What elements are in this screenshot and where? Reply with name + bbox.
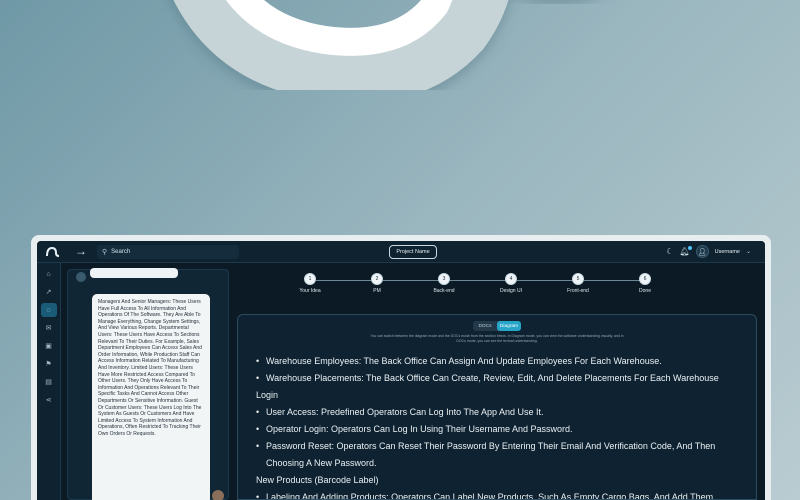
step-done[interactable]: 6 Done [620, 273, 670, 294]
device-frame: → ⚲ Search Project Name ☾ 🔔︎ 👤︎ Username… [31, 235, 771, 500]
chevron-down-icon[interactable]: ⌄ [746, 248, 751, 255]
list-item: Labeling And Adding Products: Operators … [252, 489, 742, 499]
step-number: 6 [639, 273, 651, 285]
list-item: User Access: Predefined Operators Can Lo… [252, 404, 742, 421]
notification-icon[interactable]: 🔔︎ [679, 246, 692, 256]
avatar [212, 490, 224, 500]
search-placeholder: Search [111, 249, 131, 255]
previous-message-bubble [90, 268, 178, 278]
step-label: Front-end [567, 288, 589, 294]
clipboard-icon[interactable]: ▤ [41, 375, 57, 389]
brand-logo-large [173, 0, 561, 90]
step-label: Design UI [500, 288, 522, 294]
list-item-continuation: Choosing A New Password. [252, 455, 742, 472]
progress-stepper: 1 Your Idea 2 PM 3 Back-end 4 Design UI … [285, 273, 655, 299]
mode-hint-text: You can switch between the diagram mode … [370, 334, 624, 343]
mail-icon[interactable]: ✉ [41, 321, 57, 335]
list-item: Password Reset: Operators Can Reset Thei… [252, 438, 742, 455]
step-number: 5 [572, 273, 584, 285]
trend-icon[interactable]: ↗ [41, 285, 57, 299]
bot-avatar [76, 272, 86, 282]
search-input[interactable]: ⚲ Search [97, 245, 239, 259]
continuation-text: Choosing A New Password. [266, 458, 377, 468]
share-icon[interactable]: ⋖ [41, 393, 57, 407]
app-window: → ⚲ Search Project Name ☾ 🔔︎ 👤︎ Username… [37, 241, 765, 500]
topbar-actions: ☾ 🔔︎ 👤︎ Username ⌄ [666, 245, 751, 258]
step-label: Your Idea [299, 288, 321, 294]
step-number: 1 [304, 273, 316, 285]
topbar: → ⚲ Search Project Name ☾ 🔔︎ 👤︎ Username… [37, 241, 765, 263]
section-heading: Login [256, 390, 279, 400]
chat-message: Managers And Senior Managers: These User… [92, 294, 210, 500]
dark-mode-icon[interactable]: ☾ [666, 247, 673, 256]
step-number: 3 [438, 273, 450, 285]
step-front-end[interactable]: 5 Front-end [553, 273, 603, 294]
step-label: PM [373, 288, 381, 294]
sidebar-rail: ⌂ ↗ ◌ ✉ ▣ ⚑ ▤ ⋖ [37, 263, 61, 500]
list-item: Operator Login: Operators Can Log In Usi… [252, 421, 742, 438]
user-avatar-icon[interactable]: 👤︎ [695, 245, 709, 258]
lock-icon[interactable]: ▣ [41, 339, 57, 353]
step-your-idea[interactable]: 1 Your Idea [285, 273, 335, 294]
step-pm[interactable]: 2 PM [352, 273, 402, 294]
username-label[interactable]: Username [715, 249, 740, 255]
step-label: Back-end [433, 288, 455, 294]
chat-icon[interactable]: ◌ [40, 303, 57, 317]
document-body: Warehouse Employees: The Back Office Can… [252, 353, 742, 499]
docs-panel: DOCs Diagram You can switch between the … [237, 314, 757, 500]
notification-dot [687, 246, 692, 250]
back-arrow-icon[interactable]: → [75, 244, 87, 258]
section-heading: New Products (Barcode Label) [256, 475, 379, 485]
app-logo-icon[interactable] [45, 246, 61, 258]
view-mode-toggle: DOCs Diagram [473, 321, 521, 331]
step-design-ui[interactable]: 4 Design UI [486, 273, 536, 294]
step-number: 2 [371, 273, 383, 285]
chat-panel: Managers And Senior Managers: These User… [67, 268, 229, 500]
flag-icon[interactable]: ⚑ [41, 357, 57, 371]
step-back-end[interactable]: 3 Back-end [419, 273, 469, 294]
home-icon[interactable]: ⌂ [41, 267, 57, 281]
project-name-button[interactable]: Project Name [389, 245, 437, 259]
list-item: Warehouse Placements: The Back Office Ca… [252, 370, 742, 387]
step-number: 4 [505, 273, 517, 285]
docs-tab[interactable]: DOCs [473, 321, 497, 331]
step-label: Done [639, 288, 651, 294]
list-item: Warehouse Employees: The Back Office Can… [252, 353, 742, 370]
diagram-tab[interactable]: Diagram [497, 321, 521, 331]
search-icon: ⚲ [102, 249, 108, 256]
